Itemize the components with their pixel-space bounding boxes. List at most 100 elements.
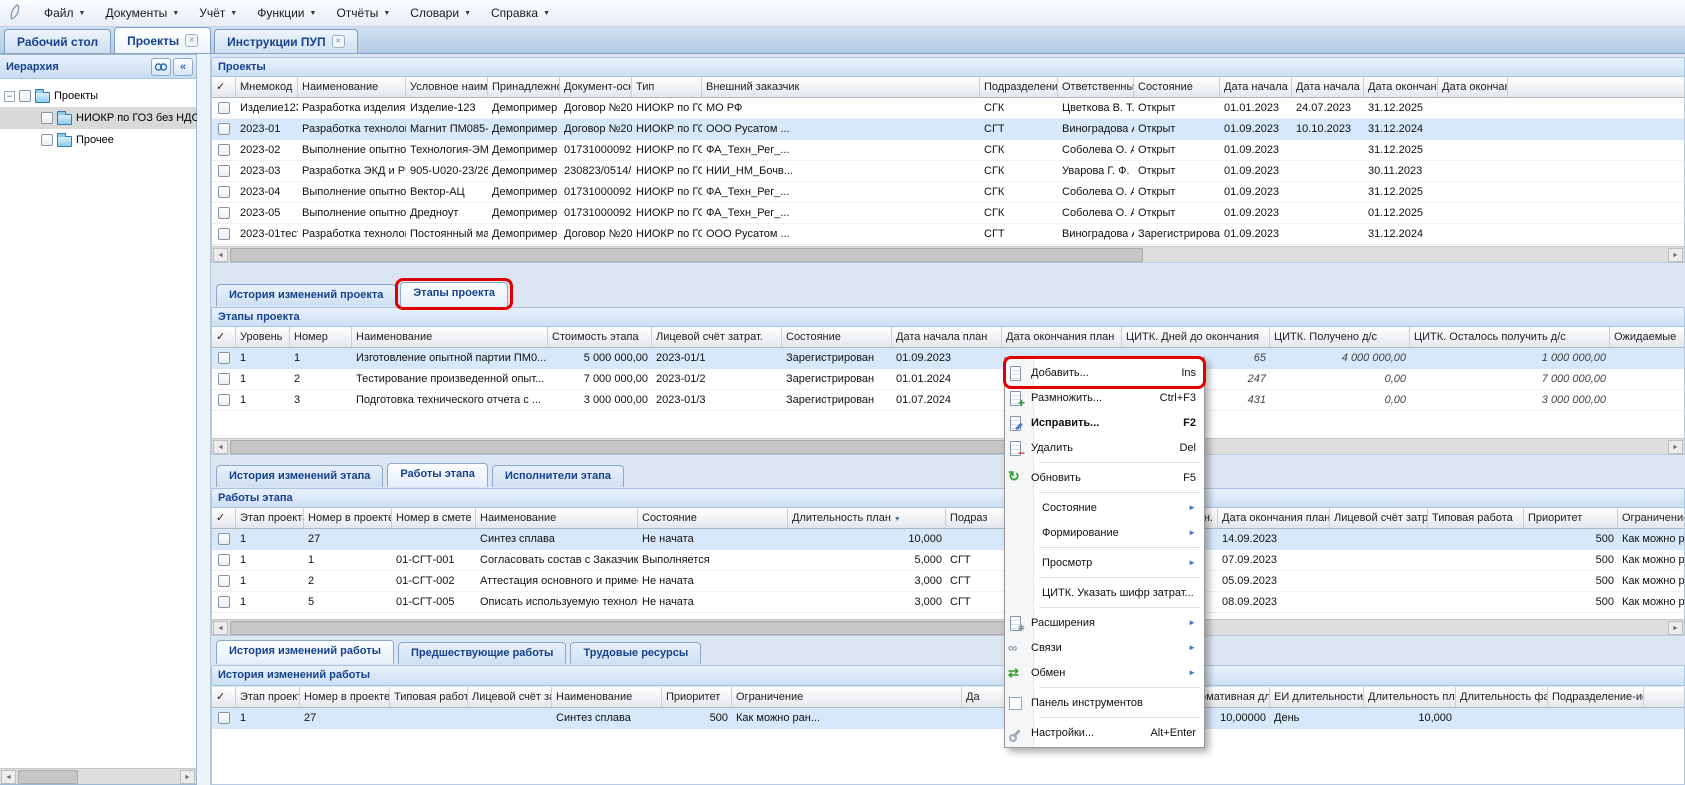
- stages-horizontal-scrollbar[interactable]: ◄ ►: [212, 438, 1684, 454]
- collapse-panel-button[interactable]: «: [173, 58, 193, 76]
- column-header-2[interactable]: Этап проекта: [236, 687, 300, 707]
- scroll-right-icon[interactable]: ►: [1668, 440, 1683, 454]
- column-header-13[interactable]: Дата начала факт.: [1292, 77, 1364, 97]
- column-header-2[interactable]: Уровень: [236, 327, 290, 347]
- column-header-16[interactable]: [1508, 77, 1684, 97]
- project-row-2[interactable]: 2023-01Разработка технологии и...Магнит …: [212, 119, 1684, 140]
- column-header-6[interactable]: Наименование: [552, 687, 662, 707]
- menubar-item-3[interactable]: Учёт▼: [189, 2, 247, 24]
- column-header-1[interactable]: ✓: [212, 508, 236, 528]
- row-checkbox[interactable]: [218, 394, 230, 406]
- context-menu-item-19[interactable]: Панель инструментов: [1007, 690, 1202, 715]
- context-menu-item-21[interactable]: Настройки...Alt+Enter: [1007, 720, 1202, 745]
- projects-horizontal-scrollbar[interactable]: ◄ ►: [212, 246, 1684, 262]
- column-header-5[interactable]: Наименование: [476, 508, 638, 528]
- column-header-10[interactable]: Ответственный: [1058, 77, 1134, 97]
- row-checkbox[interactable]: [218, 144, 230, 156]
- context-menu-item-8[interactable]: Состояние►: [1007, 495, 1202, 520]
- project-row-4[interactable]: 2023-03Разработка ЭКД и РКД н...905-U020…: [212, 161, 1684, 182]
- tree-item-2[interactable]: НИОКР по ГОЗ без НДС: [0, 107, 196, 129]
- tree-item-3[interactable]: Прочее: [0, 129, 196, 151]
- context-menu-item-13[interactable]: ЦИТК. Указать шифр затрат...: [1007, 580, 1202, 605]
- menubar-item-7[interactable]: Справка▼: [481, 2, 560, 24]
- column-header-12[interactable]: Дата начала план.: [1220, 77, 1292, 97]
- column-header-15[interactable]: Дата окончания ф: [1438, 77, 1508, 97]
- tree-checkbox[interactable]: [41, 112, 53, 124]
- window-tab-3[interactable]: Инструкции ПУП✕: [214, 29, 357, 53]
- column-header-13[interactable]: Длительность фак: [1456, 687, 1548, 707]
- row-checkbox[interactable]: [218, 207, 230, 219]
- row-checkbox[interactable]: [218, 186, 230, 198]
- column-header-2[interactable]: Мнемокод: [236, 77, 298, 97]
- work-row-4[interactable]: 1501-СГТ-005Описать используемую техноло…: [212, 592, 1684, 613]
- tab-close-icon[interactable]: ✕: [185, 34, 198, 47]
- column-header-4[interactable]: Типовая работа: [390, 687, 468, 707]
- column-header-5[interactable]: Принадлежность: [488, 77, 560, 97]
- row-checkbox[interactable]: [218, 575, 230, 587]
- column-header-6[interactable]: Состояние: [638, 508, 788, 528]
- row-checkbox[interactable]: [218, 123, 230, 135]
- column-header-11[interactable]: Лицевой счёт затр: [1330, 508, 1428, 528]
- panel-splitter[interactable]: [197, 54, 211, 785]
- column-header-12[interactable]: Типовая работа: [1428, 508, 1524, 528]
- context-menu-item-3[interactable]: Исправить...F2: [1007, 410, 1202, 435]
- work-row-3[interactable]: 1201-СГТ-002Аттестация основного и приме…: [212, 571, 1684, 592]
- window-tab-1[interactable]: Рабочий стол: [4, 29, 111, 53]
- tree-checkbox[interactable]: [41, 134, 53, 146]
- stage-row-1[interactable]: 11Изготовление опытной партии ПМ0...5 00…: [212, 348, 1684, 369]
- column-header-14[interactable]: Дата окончания пл: [1364, 77, 1438, 97]
- work-row-1[interactable]: 127Синтез сплаваНе начата10,00014.09.202…: [212, 529, 1684, 550]
- project-row-6[interactable]: 2023-05Выполнение опытно-конс...Дредноут…: [212, 203, 1684, 224]
- row-checkbox[interactable]: [218, 165, 230, 177]
- column-header-11[interactable]: Состояние: [1134, 77, 1220, 97]
- scroll-right-icon[interactable]: ►: [1668, 248, 1683, 262]
- row-checkbox[interactable]: [218, 373, 230, 385]
- column-header-3[interactable]: Номер в проекте: [300, 687, 390, 707]
- column-header-4[interactable]: Условное наименова: [406, 77, 488, 97]
- column-header-15[interactable]: [1644, 687, 1684, 707]
- column-header-12[interactable]: ЦИТК. Осталось получить д/с: [1410, 327, 1610, 347]
- tree-expand-toggle[interactable]: −: [4, 91, 15, 102]
- column-header-6[interactable]: Документ-основан: [560, 77, 632, 97]
- tab-close-icon[interactable]: ✕: [332, 35, 345, 48]
- window-tab-2[interactable]: Проекты✕: [114, 27, 211, 53]
- history-row-1[interactable]: 127Синтез сплава500Как можно ран...10,00…: [212, 708, 1684, 729]
- context-menu-item-15[interactable]: Расширения►: [1007, 610, 1202, 635]
- row-checkbox[interactable]: [218, 596, 230, 608]
- stage-subtab-1[interactable]: История изменений этапа: [216, 465, 383, 487]
- project-row-5[interactable]: 2023-04Выполнение опытно-конс...Вектор-А…: [212, 182, 1684, 203]
- stage-subtab-3[interactable]: Исполнители этапа: [492, 465, 624, 487]
- works-horizontal-scrollbar[interactable]: ◄ ►: [212, 619, 1684, 635]
- stage-row-3[interactable]: 13Подготовка технического отчета с ...3 …: [212, 390, 1684, 411]
- work-subtab-1[interactable]: История изменений работы: [216, 640, 394, 664]
- tree-checkbox[interactable]: [19, 90, 31, 102]
- column-header-3[interactable]: Наименование: [298, 77, 406, 97]
- column-header-8[interactable]: Ограничение: [732, 687, 962, 707]
- column-header-1[interactable]: ✓: [212, 687, 236, 707]
- context-menu-item-2[interactable]: Размножить...Ctrl+F3: [1007, 385, 1202, 410]
- project-row-7[interactable]: 2023-01тестРазработка технологии и...Пос…: [212, 224, 1684, 245]
- column-header-11[interactable]: ЦИТК. Получено д/с: [1270, 327, 1410, 347]
- row-checkbox[interactable]: [218, 712, 230, 724]
- menubar-item-1[interactable]: Файл▼: [34, 2, 95, 24]
- scroll-right-icon[interactable]: ►: [1668, 621, 1683, 635]
- context-menu-item-16[interactable]: Связи►: [1007, 635, 1202, 660]
- column-header-5[interactable]: Лицевой счёт затр: [468, 687, 552, 707]
- project-row-1[interactable]: Изделие123Разработка изделия 123Изделие-…: [212, 98, 1684, 119]
- column-header-5[interactable]: Стоимость этапа: [548, 327, 652, 347]
- column-header-12[interactable]: Длительность пла: [1364, 687, 1456, 707]
- work-subtab-2[interactable]: Предшествующие работы: [398, 642, 566, 664]
- column-header-2[interactable]: Этап проекта: [236, 508, 304, 528]
- work-subtab-3[interactable]: Трудовые ресурсы: [570, 642, 701, 664]
- row-checkbox[interactable]: [218, 102, 230, 114]
- row-checkbox[interactable]: [218, 228, 230, 240]
- scroll-thumb[interactable]: [230, 248, 1143, 262]
- column-header-10[interactable]: ЦИТК. Дней до окончания: [1122, 327, 1270, 347]
- column-header-7[interactable]: Приоритет: [662, 687, 732, 707]
- context-menu-item-11[interactable]: Просмотр►: [1007, 550, 1202, 575]
- column-header-7[interactable]: Тип: [632, 77, 702, 97]
- context-menu-item-4[interactable]: УдалитьDel: [1007, 435, 1202, 460]
- column-header-9[interactable]: Дата окончания план: [1002, 327, 1122, 347]
- stage-row-2[interactable]: 12Тестирование произведенной опыт...7 00…: [212, 369, 1684, 390]
- menubar-item-4[interactable]: Функции▼: [247, 2, 326, 24]
